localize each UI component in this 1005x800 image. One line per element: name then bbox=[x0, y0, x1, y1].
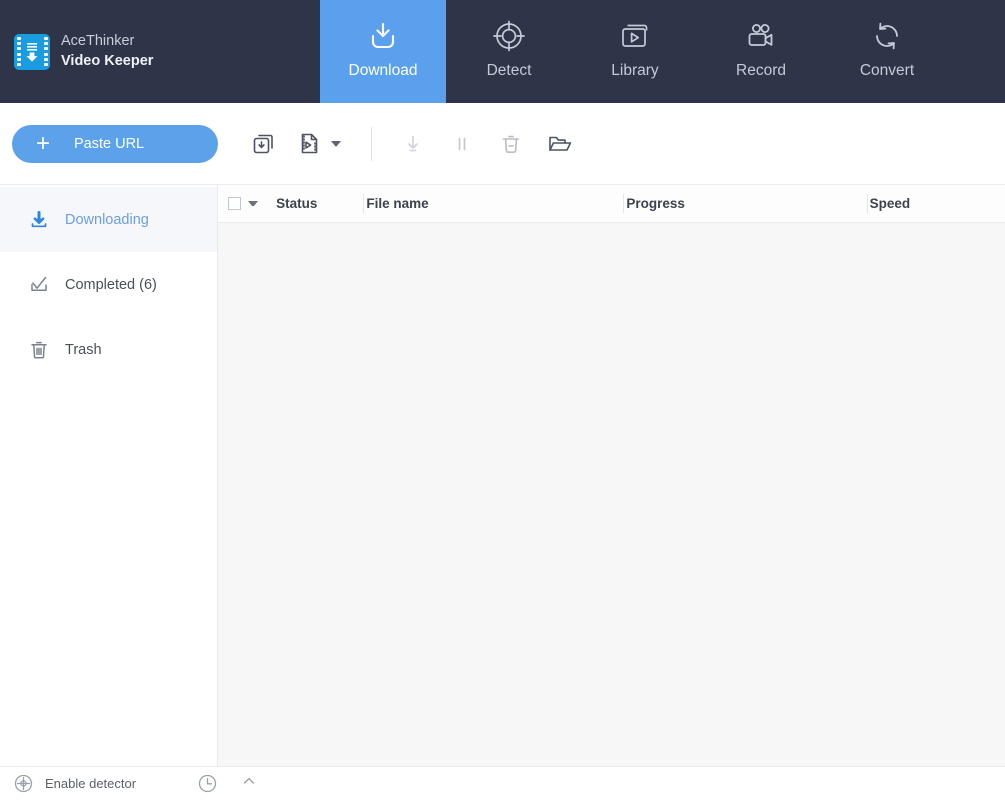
tab-library[interactable]: Library bbox=[572, 0, 698, 103]
batch-download-icon[interactable] bbox=[249, 130, 277, 158]
column-header-status-label: Status bbox=[276, 196, 318, 211]
sidebar-item-downloading[interactable]: Downloading bbox=[0, 187, 217, 252]
paste-url-label: Paste URL bbox=[74, 135, 145, 152]
tab-library-label: Library bbox=[611, 62, 659, 79]
tab-detect-label: Detect bbox=[486, 62, 532, 79]
tab-convert-label: Convert bbox=[859, 62, 915, 79]
sidebar-item-downloading-label: Downloading bbox=[65, 211, 149, 228]
product-name: Video Keeper bbox=[61, 52, 154, 69]
media-library-play-icon bbox=[618, 17, 652, 55]
tab-download-label: Download bbox=[348, 62, 418, 79]
download-list-empty-area bbox=[218, 223, 1005, 766]
select-all-dropdown-icon[interactable] bbox=[248, 201, 258, 206]
brand: AceThinker Video Keeper bbox=[0, 0, 320, 103]
video-download-logo-icon bbox=[14, 33, 50, 70]
column-header-status[interactable]: Status bbox=[274, 185, 365, 222]
download-tray-icon bbox=[366, 17, 400, 55]
column-header-progress-label: Progress bbox=[626, 196, 685, 211]
open-folder-icon[interactable] bbox=[546, 130, 574, 158]
sidebar-item-trash[interactable]: Trash bbox=[0, 317, 217, 382]
pause-icon[interactable] bbox=[448, 130, 476, 158]
sidebar-item-completed[interactable]: Completed (6) bbox=[0, 252, 217, 317]
trash-icon bbox=[28, 339, 50, 361]
convert-refresh-icon bbox=[870, 17, 904, 55]
tab-detect[interactable]: Detect bbox=[446, 0, 572, 103]
paste-url-button[interactable]: + Paste URL bbox=[12, 124, 218, 163]
video-keeper-window: AceThinker Video Keeper Download Detect … bbox=[0, 0, 1005, 800]
video-camera-icon bbox=[744, 17, 778, 55]
main-nav-tabs: Download Detect Library Record Convert bbox=[320, 0, 950, 103]
select-all-cell bbox=[218, 185, 274, 222]
status-bar: Enable detector bbox=[0, 766, 1005, 800]
tab-convert[interactable]: Convert bbox=[824, 0, 950, 103]
toolbar-divider bbox=[371, 126, 372, 161]
crosshair-detector-icon[interactable] bbox=[12, 773, 34, 795]
start-download-arrow-icon[interactable] bbox=[399, 130, 427, 158]
video-file-dropdown-icon[interactable] bbox=[331, 140, 341, 147]
enable-detector-label[interactable]: Enable detector bbox=[45, 776, 136, 791]
chevron-up-icon[interactable] bbox=[241, 773, 257, 794]
clock-schedule-icon[interactable] bbox=[196, 773, 218, 795]
app-header: AceThinker Video Keeper Download Detect … bbox=[0, 0, 1005, 103]
app-body: Downloading Completed (6) Trash Status F… bbox=[0, 185, 1005, 766]
column-header-file-name-label: File name bbox=[366, 196, 429, 211]
video-file-icon[interactable] bbox=[295, 130, 323, 158]
trash-delete-icon[interactable] bbox=[497, 130, 525, 158]
check-complete-icon bbox=[28, 274, 50, 296]
plus-icon: + bbox=[35, 129, 50, 157]
column-header-file-name[interactable]: File name bbox=[364, 185, 625, 222]
select-all-checkbox[interactable] bbox=[228, 197, 241, 210]
toolbar: + Paste URL bbox=[0, 103, 1005, 185]
sidebar-item-completed-label: Completed (6) bbox=[65, 276, 157, 293]
sidebar: Downloading Completed (6) Trash bbox=[0, 185, 218, 766]
sidebar-item-trash-label: Trash bbox=[65, 341, 102, 358]
download-icon bbox=[28, 209, 50, 231]
column-header-speed[interactable]: Speed bbox=[868, 185, 1005, 222]
brand-name: AceThinker bbox=[61, 33, 135, 50]
tab-download[interactable]: Download bbox=[320, 0, 446, 103]
download-list-panel: Status File name Progress Speed bbox=[218, 185, 1005, 766]
column-header-speed-label: Speed bbox=[869, 196, 911, 211]
tab-record[interactable]: Record bbox=[698, 0, 824, 103]
tab-record-label: Record bbox=[736, 62, 786, 79]
column-header-progress[interactable]: Progress bbox=[624, 185, 868, 222]
crosshair-target-icon bbox=[492, 17, 526, 55]
table-header: Status File name Progress Speed bbox=[218, 185, 1005, 223]
